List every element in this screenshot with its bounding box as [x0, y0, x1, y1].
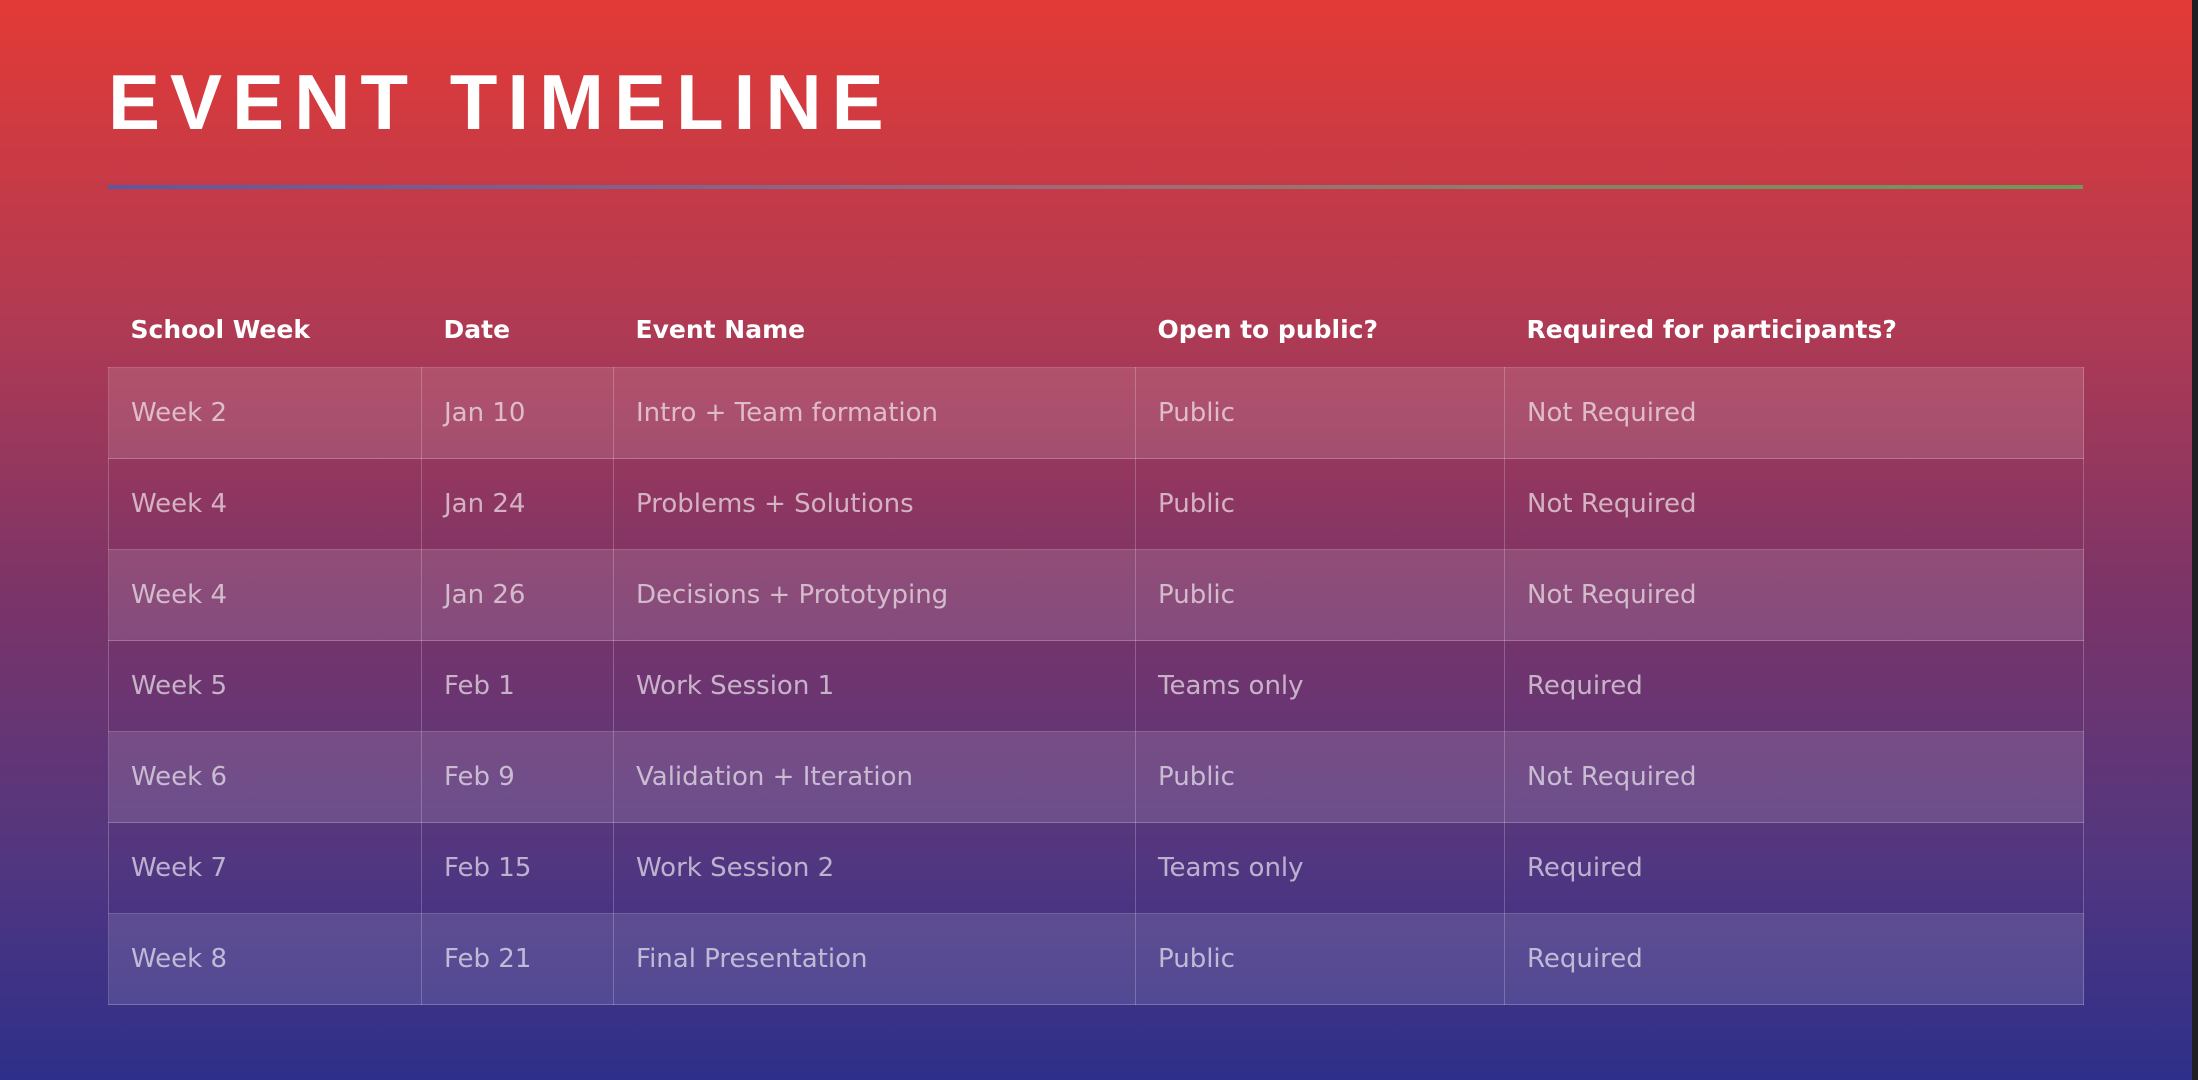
- cell-open-to-public: Public: [1135, 367, 1505, 459]
- cell-event-name: Work Session 2: [613, 822, 1136, 914]
- table-row: Week 4 Jan 26 Decisions + Prototyping Pu…: [108, 549, 2084, 641]
- title-divider: [108, 185, 2083, 189]
- cell-date: Feb 21: [421, 913, 614, 1005]
- cell-open-to-public: Public: [1135, 549, 1505, 641]
- cell-date: Feb 1: [421, 640, 614, 732]
- cell-required: Not Required: [1504, 731, 2084, 823]
- cell-event-name: Final Presentation: [613, 913, 1136, 1005]
- cell-open-to-public: Public: [1135, 913, 1505, 1005]
- cell-required: Not Required: [1504, 367, 2084, 459]
- cell-event-name: Validation + Iteration: [613, 731, 1136, 823]
- cell-open-to-public: Teams only: [1135, 640, 1505, 732]
- cell-date: Jan 26: [421, 549, 614, 641]
- cell-date: Feb 15: [421, 822, 614, 914]
- table-row: Week 8 Feb 21 Final Presentation Public …: [108, 913, 2084, 1005]
- cell-event-name: Intro + Team formation: [613, 367, 1136, 459]
- cell-school-week: Week 4: [108, 458, 422, 550]
- header-school-week: School Week: [130, 314, 310, 344]
- table-row: Week 5 Feb 1 Work Session 1 Teams only R…: [108, 640, 2084, 732]
- header-required-for-participants: Required for participants?: [1526, 314, 1897, 344]
- cell-date: Jan 24: [421, 458, 614, 550]
- cell-date: Jan 10: [421, 367, 614, 459]
- cell-required: Required: [1504, 822, 2084, 914]
- cell-required: Required: [1504, 913, 2084, 1005]
- table-row: Week 6 Feb 9 Validation + Iteration Publ…: [108, 731, 2084, 823]
- cell-open-to-public: Public: [1135, 458, 1505, 550]
- window-edge-strip: [2192, 0, 2198, 1080]
- cell-school-week: Week 5: [108, 640, 422, 732]
- cell-event-name: Work Session 1: [613, 640, 1136, 732]
- table-row: Week 7 Feb 15 Work Session 2 Teams only …: [108, 822, 2084, 914]
- cell-school-week: Week 4: [108, 549, 422, 641]
- cell-school-week: Week 6: [108, 731, 422, 823]
- cell-open-to-public: Public: [1135, 731, 1505, 823]
- table-header: School Week Date Event Name Open to publ…: [109, 291, 2084, 368]
- cell-required: Not Required: [1504, 549, 2084, 641]
- cell-event-name: Decisions + Prototyping: [613, 549, 1136, 641]
- header-event-name: Event Name: [635, 314, 806, 344]
- table-header-row: School Week Date Event Name Open to publ…: [109, 291, 2084, 368]
- page-title: EVENT TIMELINE: [108, 58, 894, 146]
- cell-required: Required: [1504, 640, 2084, 732]
- cell-school-week: Week 2: [108, 367, 422, 459]
- cell-event-name: Problems + Solutions: [613, 458, 1136, 550]
- header-date: Date: [443, 314, 511, 344]
- cell-school-week: Week 7: [108, 822, 422, 914]
- header-open-to-public: Open to public?: [1157, 314, 1378, 344]
- table-row: Week 4 Jan 24 Problems + Solutions Publi…: [108, 458, 2084, 550]
- cell-open-to-public: Teams only: [1135, 822, 1505, 914]
- cell-date: Feb 9: [421, 731, 614, 823]
- cell-required: Not Required: [1504, 458, 2084, 550]
- cell-school-week: Week 8: [108, 913, 422, 1005]
- table-row: Week 2 Jan 10 Intro + Team formation Pub…: [108, 367, 2084, 459]
- table-body: Week 2 Jan 10 Intro + Team formation Pub…: [108, 367, 2084, 1005]
- event-timeline-table: School Week Date Event Name Open to publ…: [108, 291, 2084, 1005]
